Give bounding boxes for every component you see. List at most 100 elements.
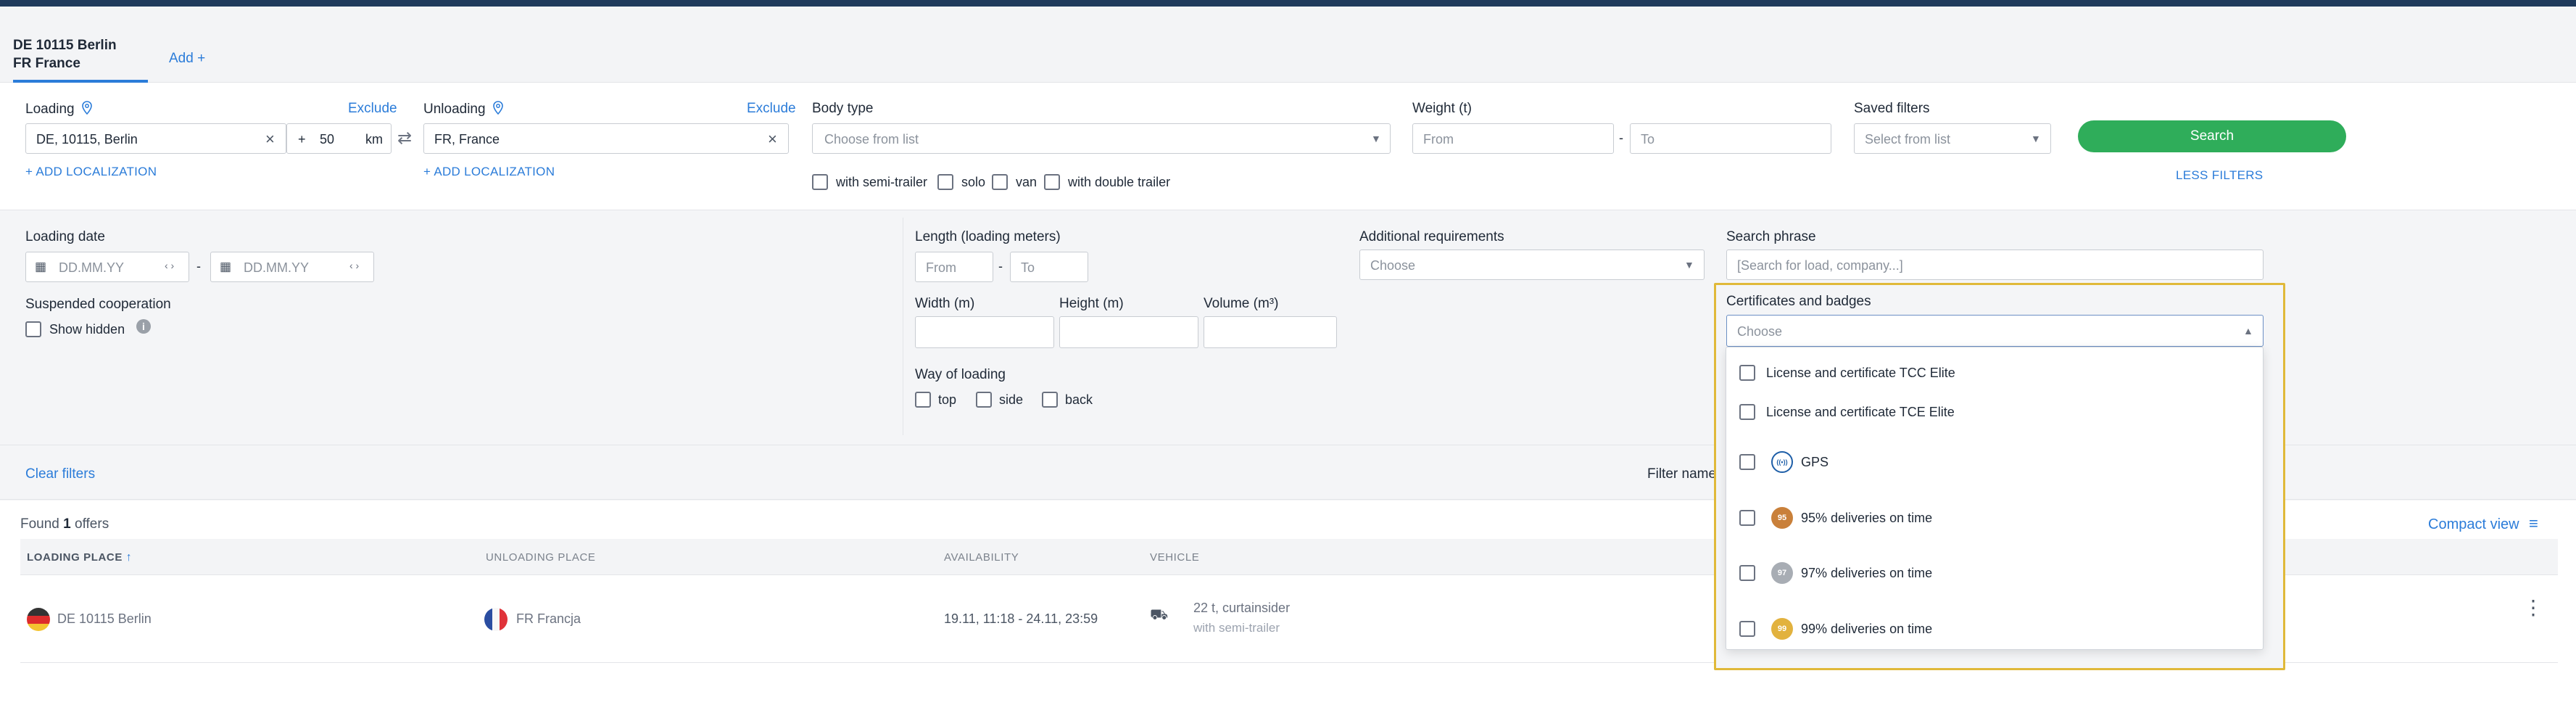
solo-checkbox[interactable] — [937, 174, 953, 190]
van-checkbox[interactable] — [992, 174, 1008, 190]
length-dash: - — [998, 259, 1003, 273]
semi-trailer-checkbox[interactable] — [812, 174, 828, 190]
swap-icon[interactable]: ⇄ — [397, 128, 412, 149]
loading-place-input[interactable]: DE, 10115, Berlin × — [25, 123, 286, 154]
additional-placeholder: Choose — [1370, 258, 1416, 273]
chevron-down-icon: ▼ — [1371, 133, 1381, 144]
back-checkbox[interactable] — [1042, 392, 1058, 408]
top-label: top — [938, 392, 957, 407]
clear-loading-icon[interactable]: × — [265, 130, 275, 149]
row-loading-place: DE 10115 Berlin — [57, 611, 152, 626]
search-phrase-label: Search phrase — [1726, 229, 1816, 244]
found-offers-text: Found 1 offers — [20, 516, 109, 532]
loading-exclude-link[interactable]: Exclude — [348, 101, 397, 117]
row-vehicle-type: 22 t, curtainsider — [1193, 601, 1291, 615]
column-unloading-place[interactable]: UNLOADING PLACE — [486, 551, 596, 564]
chevron-down-icon: ▼ — [2031, 133, 2041, 144]
loading-date-label: Loading date — [25, 229, 105, 244]
double-trailer-label: with double trailer — [1068, 175, 1171, 189]
additional-requirements-select[interactable]: Choose ▼ — [1359, 250, 1705, 280]
tab-de-berlin-fr-france[interactable]: DE 10115 Berlin FR France — [13, 29, 148, 83]
radius-value: 50 — [320, 132, 335, 147]
unloading-place-input[interactable]: FR, France × — [423, 123, 789, 154]
loading-radius-input[interactable]: + 50 km — [286, 123, 392, 154]
weight-label: Weight (t) — [1412, 101, 1473, 116]
volume-label: Volume (m³) — [1204, 296, 1279, 311]
volume-input[interactable] — [1204, 316, 1337, 348]
more-options-icon[interactable]: ⋮ — [2523, 598, 2543, 618]
truck-icon: ⛟ — [1150, 607, 1169, 623]
search-phrase-placeholder: [Search for load, company...] — [1737, 258, 1903, 273]
show-hidden-label: Show hidden — [49, 322, 125, 337]
saved-filters-select[interactable]: Select from list ▼ — [1854, 123, 2051, 154]
unloading-label: Unloading — [423, 101, 504, 118]
tab-line-1: DE 10115 Berlin — [13, 38, 117, 53]
unloading-exclude-link[interactable]: Exclude — [747, 101, 796, 117]
germany-flag-icon — [27, 608, 50, 631]
date-stepper-icon[interactable]: ‹ › — [165, 260, 174, 271]
weight-from-placeholder: From — [1423, 132, 1454, 147]
unloading-add-localization[interactable]: + ADD LOCALIZATION — [423, 165, 555, 179]
show-hidden-checkbox[interactable] — [25, 321, 41, 337]
back-label: back — [1065, 392, 1093, 407]
additional-requirements-label: Additional requirements — [1359, 229, 1504, 244]
length-to-placeholder: To — [1021, 260, 1035, 275]
height-input[interactable] — [1059, 316, 1198, 348]
saved-filters-placeholder: Select from list — [1865, 132, 1951, 147]
loading-add-localization[interactable]: + ADD LOCALIZATION — [25, 165, 157, 179]
france-flag-icon — [484, 608, 508, 631]
loading-place-value: DE, 10115, Berlin — [36, 132, 138, 147]
body-type-select[interactable]: Choose from list ▼ — [812, 123, 1391, 154]
tab-line-2: FR France — [13, 56, 80, 71]
row-unloading-place: FR Francja — [516, 611, 581, 626]
width-input[interactable] — [915, 316, 1054, 348]
list-view-icon[interactable]: ≡ — [2529, 516, 2538, 532]
add-tab-link[interactable]: Add + — [169, 51, 205, 67]
column-loading-place[interactable]: LOADING PLACE ↑ — [27, 551, 132, 564]
weight-dash: - — [1619, 131, 1623, 145]
info-icon[interactable]: i — [136, 319, 151, 334]
width-label: Width (m) — [915, 296, 975, 311]
loading-label: Loading — [25, 101, 93, 118]
date-dash: - — [196, 259, 201, 273]
side-checkbox[interactable] — [976, 392, 992, 408]
way-of-loading-label: Way of loading — [915, 367, 1006, 382]
row-availability: 19.11, 11:18 - 24.11, 23:59 — [944, 611, 1098, 626]
weight-to-placeholder: To — [1641, 132, 1655, 147]
clear-filters-link[interactable]: Clear filters — [25, 466, 95, 482]
compact-view-link[interactable]: Compact view — [2428, 516, 2519, 533]
body-type-placeholder: Choose from list — [824, 132, 919, 147]
body-type-label: Body type — [812, 101, 874, 116]
calendar-icon: ▦ — [35, 260, 47, 273]
date-stepper-icon[interactable]: ‹ › — [349, 260, 359, 271]
side-label: side — [999, 392, 1024, 407]
top-checkbox[interactable] — [915, 392, 931, 408]
column-availability[interactable]: AVAILABILITY — [944, 551, 1019, 564]
search-phrase-input[interactable]: [Search for load, company...] — [1726, 250, 2264, 280]
weight-from-input[interactable]: From — [1412, 123, 1614, 154]
loading-date-to[interactable]: ▦ DD.MM.YY ‹ › — [210, 252, 374, 282]
filter-name-label: Filter name — [1647, 466, 1717, 482]
saved-filters-label: Saved filters — [1854, 101, 1930, 116]
sort-arrow-up-icon: ↑ — [125, 551, 133, 564]
double-trailer-checkbox[interactable] — [1044, 174, 1060, 190]
search-button[interactable]: Search — [2078, 120, 2346, 152]
row-vehicle-trailer: with semi-trailer — [1193, 621, 1280, 635]
date-from-placeholder: DD.MM.YY — [59, 260, 124, 275]
search-tabs-bar — [0, 7, 2576, 83]
length-label: Length (loading meters) — [915, 229, 1061, 244]
weight-to-input[interactable]: To — [1630, 123, 1831, 154]
chevron-down-icon: ▼ — [1684, 259, 1694, 271]
highlight-frame — [1714, 283, 2285, 670]
solo-label: solo — [961, 175, 986, 189]
loading-date-from[interactable]: ▦ DD.MM.YY ‹ › — [25, 252, 189, 282]
less-filters-link[interactable]: LESS FILTERS — [2176, 168, 2263, 183]
calendar-icon: ▦ — [220, 260, 232, 273]
van-label: van — [1016, 175, 1038, 189]
length-from-input[interactable]: From — [915, 252, 993, 282]
length-from-placeholder: From — [926, 260, 956, 275]
column-vehicle[interactable]: VEHICLE — [1150, 551, 1199, 564]
clear-unloading-icon[interactable]: × — [768, 130, 777, 149]
length-to-input[interactable]: To — [1010, 252, 1088, 282]
location-pin-icon — [493, 101, 503, 115]
